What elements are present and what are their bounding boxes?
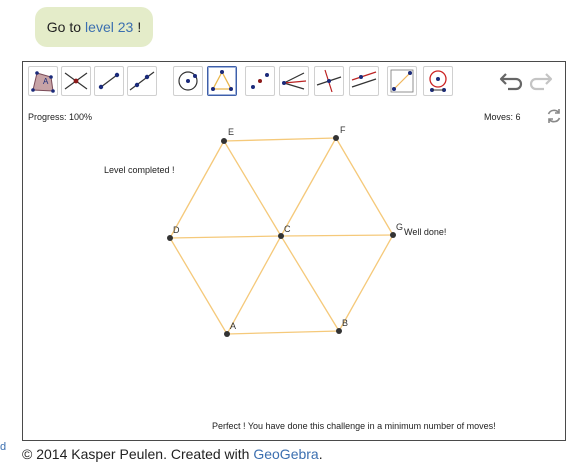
segment-de [169, 140, 225, 239]
segment-ad [169, 237, 228, 335]
point-g[interactable] [390, 232, 396, 238]
label-e: E [228, 127, 234, 137]
perfect-message: Perfect ! You have done this challenge i… [212, 421, 496, 431]
point-f[interactable] [333, 135, 339, 141]
label-a: A [230, 321, 236, 331]
segment-cg [280, 234, 394, 237]
goto-level-banner: Go to level 23 ! [35, 7, 153, 47]
point-a[interactable] [224, 331, 230, 337]
geometry-canvas[interactable]: E F D C G A B Level completed ! Well don… [23, 62, 567, 442]
point-e[interactable] [221, 138, 227, 144]
segment-ec [223, 140, 282, 237]
well-done-text: Well done! [404, 227, 446, 237]
point-d[interactable] [167, 235, 173, 241]
label-f: F [340, 125, 346, 135]
segment-ef [223, 137, 337, 142]
label-d: D [173, 225, 180, 235]
level-completed-text: Level completed ! [104, 165, 175, 175]
segment-gb [338, 234, 394, 332]
segment-ba [226, 330, 340, 335]
segment-dc [169, 235, 282, 239]
geogebra-link[interactable]: GeoGebra [253, 446, 318, 462]
segment-fc [280, 137, 337, 237]
label-c: C [284, 224, 291, 234]
footer-credit: © 2014 Kasper Peulen. Created with [22, 446, 250, 462]
goto-suffix: ! [137, 19, 142, 35]
segment-ca [226, 235, 282, 335]
goto-prefix: Go to [46, 19, 82, 35]
geogebra-applet: A Progress: 100% Moves: 6 E F D C G A B … [22, 61, 566, 441]
label-g: G [396, 222, 403, 232]
segment-fg [335, 137, 394, 236]
point-b[interactable] [336, 328, 342, 334]
footer: © 2014 Kasper Peulen. Created with GeoGe… [22, 446, 323, 462]
level-link[interactable]: level 23 [85, 19, 133, 35]
label-b: B [342, 318, 348, 328]
segment-cb [280, 235, 340, 332]
edge-fragment-text: d [0, 441, 7, 453]
footer-end: . [318, 446, 323, 462]
